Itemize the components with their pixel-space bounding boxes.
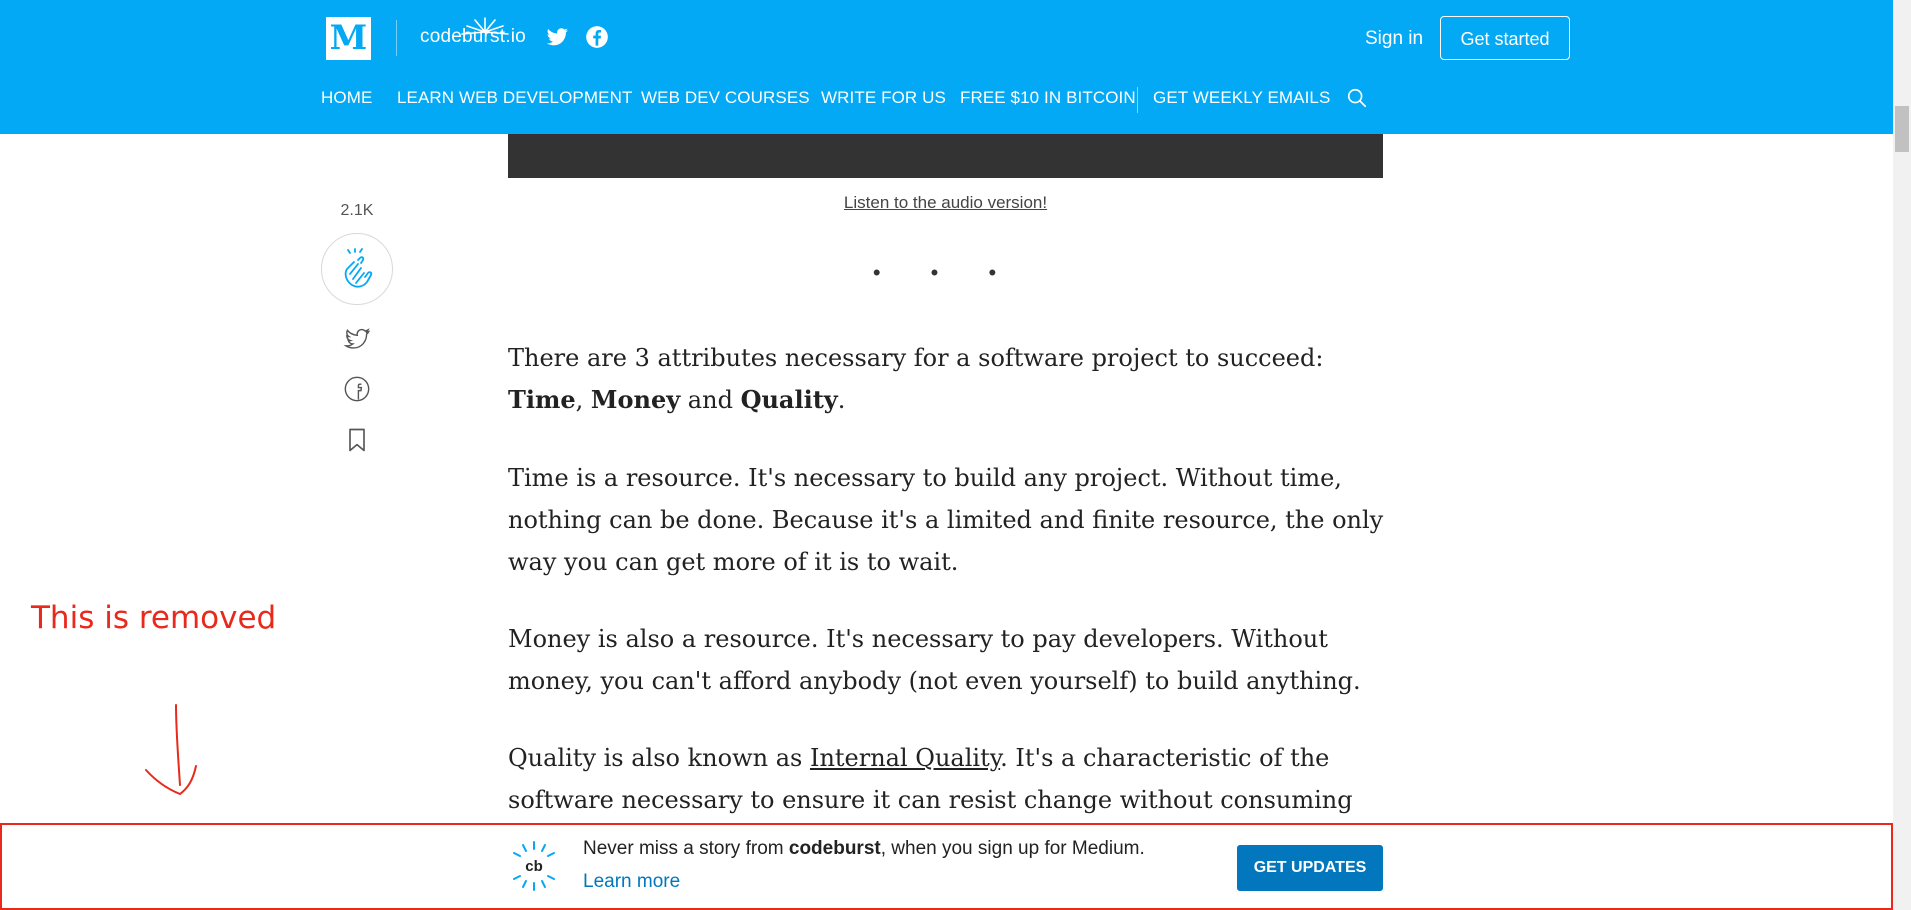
- banner-message: Never miss a story from codeburst, when …: [583, 838, 1145, 859]
- clap-icon: [344, 248, 373, 288]
- clap-count: 2.1K: [340, 202, 374, 219]
- site-header: M codeburst.io Sign in Get started HOME …: [0, 0, 1893, 134]
- nav-divider: [1137, 87, 1138, 113]
- publication-logo[interactable]: codeburst.io: [420, 26, 526, 48]
- bookmark-icon[interactable]: [343, 426, 371, 454]
- get-started-button[interactable]: Get started: [1440, 16, 1570, 60]
- nav-get-weekly-emails[interactable]: GET WEEKLY EMAILS: [1153, 88, 1330, 108]
- article-paragraph: Time is a resource. It's necessary to bu…: [508, 464, 1384, 576]
- nav-write-for-us[interactable]: WRITE FOR US: [821, 88, 946, 108]
- audio-embed[interactable]: [508, 134, 1383, 178]
- facebook-icon[interactable]: [584, 24, 610, 50]
- banner-logo-text: cb: [525, 858, 543, 875]
- nav-learn-web-development[interactable]: LEARN WEB DEVELOPMENT: [397, 88, 632, 108]
- signup-banner: [0, 823, 1893, 910]
- banner-brand: codeburst: [788, 838, 881, 859]
- codeburst-logo-icon: cb: [513, 841, 555, 891]
- twitter-share-icon[interactable]: [343, 325, 371, 353]
- learn-more-link[interactable]: Learn more: [583, 871, 680, 893]
- scrollbar-thumb[interactable]: [1895, 106, 1909, 152]
- emphasis-money: Money: [590, 385, 681, 414]
- section-separator: • • •: [872, 260, 1019, 285]
- nav-home[interactable]: HOME: [321, 88, 372, 108]
- emphasis-time: Time: [508, 385, 576, 414]
- search-icon[interactable]: [1346, 87, 1368, 109]
- sign-in-link[interactable]: Sign in: [1365, 28, 1423, 50]
- nav-free-bitcoin[interactable]: FREE $10 IN BITCOIN: [960, 88, 1136, 108]
- facebook-share-icon[interactable]: [343, 375, 371, 403]
- clap-button[interactable]: [321, 233, 393, 305]
- get-updates-button[interactable]: GET UPDATES: [1237, 845, 1383, 891]
- annotation-label: This is removed: [31, 600, 277, 636]
- twitter-icon[interactable]: [544, 24, 570, 50]
- article-paragraph: There are 3 attributes necessary for a s…: [508, 344, 1324, 414]
- emphasis-quality: Quality: [740, 385, 838, 414]
- nav-web-dev-courses[interactable]: WEB DEV COURSES: [641, 88, 810, 108]
- internal-quality-link[interactable]: Internal Quality: [810, 744, 1000, 772]
- article-paragraph: Money is also a resource. It's necessary…: [508, 625, 1361, 695]
- header-divider: [396, 20, 397, 56]
- annotation-arrow-icon: [145, 704, 197, 796]
- medium-logo[interactable]: M: [326, 17, 371, 60]
- audio-version-link[interactable]: Listen to the audio version!: [508, 193, 1383, 213]
